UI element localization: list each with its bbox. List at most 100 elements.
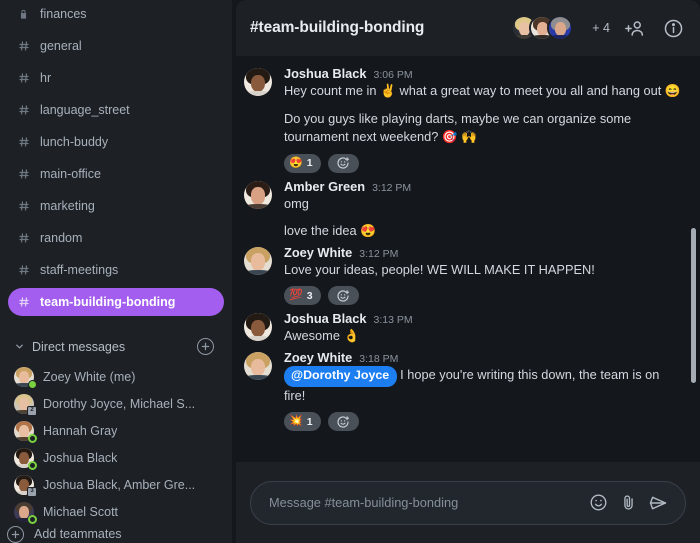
info-circle-icon[interactable] xyxy=(660,15,686,41)
reaction-emoji: 💯 xyxy=(289,289,303,302)
avatar[interactable] xyxy=(244,246,272,275)
channel-label: random xyxy=(40,231,83,245)
sidebar-channel-marketing[interactable]: marketing xyxy=(8,192,224,220)
channel-label: staff-meetings xyxy=(40,263,119,277)
send-plane-icon[interactable] xyxy=(645,490,671,516)
hash-icon xyxy=(18,200,36,212)
add-reaction-icon[interactable] xyxy=(327,286,359,306)
message-composer[interactable] xyxy=(250,480,686,525)
add-reaction-icon[interactable] xyxy=(327,412,359,432)
channel-label: main-office xyxy=(40,167,101,181)
sidebar-channel-random[interactable]: random xyxy=(8,224,224,252)
sidebar-dm-item[interactable]: Michael Scott xyxy=(8,498,224,525)
lock-icon xyxy=(18,9,36,20)
plus-circle-icon xyxy=(7,525,24,543)
avatar[interactable] xyxy=(244,180,272,209)
sidebar-dm-item[interactable]: Zoey White (me) xyxy=(8,363,224,390)
add-teammates-label: Add teammates xyxy=(34,527,122,541)
avatar[interactable] xyxy=(244,351,272,380)
message-author[interactable]: Zoey White xyxy=(284,245,352,260)
message-text: Hey count me in ✌️ what a great way to m… xyxy=(284,83,681,98)
paperclip-icon[interactable] xyxy=(615,490,641,516)
message-timestamp: 3:06 PM xyxy=(373,69,413,81)
message-body: Joshua Black 3:13 PM Awesome 👌 xyxy=(284,311,682,346)
avatar: 3 xyxy=(14,474,37,497)
add-teammates-button[interactable]: Add teammates xyxy=(0,525,232,543)
channel-label: marketing xyxy=(40,199,95,213)
mention-pill[interactable]: @Dorothy Joyce xyxy=(284,365,398,387)
sidebar: finances general hr language_street lunch-bu… xyxy=(0,0,232,543)
add-direct-message-button[interactable] xyxy=(197,338,214,355)
sidebar-channel-hr[interactable]: hr xyxy=(8,64,224,92)
message-timestamp: 3:18 PM xyxy=(359,352,399,365)
channel-label: finances xyxy=(40,7,87,21)
emoji-smiley-icon[interactable] xyxy=(585,490,611,516)
member-count-more[interactable]: + 4 xyxy=(592,21,610,35)
sidebar-channel-lunch-buddy[interactable]: lunch-buddy xyxy=(8,128,224,156)
message-text: love the idea 😍 xyxy=(284,223,377,239)
hash-icon xyxy=(18,40,36,52)
person-plus-icon[interactable] xyxy=(622,15,648,41)
avatar xyxy=(14,447,37,470)
message-timestamp: 3:12 PM xyxy=(372,181,412,194)
add-reaction-icon[interactable] xyxy=(327,153,359,173)
avatar[interactable] xyxy=(244,68,272,96)
message-scrollbar[interactable] xyxy=(691,228,696,383)
message-author[interactable]: Amber Green xyxy=(284,179,365,194)
sidebar-channel-staff-meetings[interactable]: staff-meetings xyxy=(8,256,224,284)
avatar[interactable] xyxy=(244,313,272,342)
sidebar-channel-team-building-bonding[interactable]: team-building-bonding xyxy=(8,288,224,316)
hash-icon xyxy=(18,168,36,180)
message: Zoey White 3:18 PM @Dorothy Joyce I hope yo… xyxy=(244,346,682,434)
member-avatars[interactable] xyxy=(511,15,574,41)
message-author[interactable]: Joshua Black xyxy=(284,311,367,326)
message-header: Zoey White 3:18 PM xyxy=(284,350,682,365)
reaction-bar: 💥 1 xyxy=(284,412,682,432)
message: Joshua Black 3:06 PM Hey count me in ✌️ wh… xyxy=(244,62,682,175)
message-body: Zoey White 3:18 PM @Dorothy Joyce I hope yo… xyxy=(284,350,682,434)
direct-messages-header[interactable]: Direct messages xyxy=(0,326,232,363)
reaction-bar: 💯 3 xyxy=(284,286,682,306)
reaction-pill[interactable]: 😍 1 xyxy=(284,153,321,173)
sidebar-channel-finances[interactable]: finances xyxy=(8,0,224,28)
chevron-down-icon[interactable] xyxy=(14,341,25,352)
message: Joshua Black 3:13 PM Awesome 👌 xyxy=(244,307,682,346)
channel-label: hr xyxy=(40,71,52,85)
message-author[interactable]: Zoey White xyxy=(284,350,352,365)
sidebar-channel-main-office[interactable]: main-office xyxy=(8,160,224,188)
presence-badge xyxy=(28,460,37,470)
sidebar-dm-item[interactable]: Hannah Gray xyxy=(8,417,224,444)
avatar xyxy=(14,501,37,524)
message-header: Amber Green 3:12 PM xyxy=(284,179,682,194)
message-author[interactable]: Joshua Black xyxy=(284,66,367,81)
dm-name: Dorothy Joyce, Michael S... xyxy=(43,396,196,411)
reaction-pill[interactable]: 💥 1 xyxy=(284,412,321,432)
chat-app: finances general hr language_street lunch-bu… xyxy=(0,0,700,543)
message-text: omg xyxy=(284,195,309,211)
avatar[interactable] xyxy=(547,15,574,41)
channel-label: team-building-bonding xyxy=(40,295,176,309)
message-body: Joshua Black 3:06 PM Hey count me in ✌️ wh… xyxy=(284,66,682,175)
unread-count-badge: 2 xyxy=(27,405,37,416)
presence-badge xyxy=(28,379,37,389)
message-input[interactable] xyxy=(269,495,581,510)
hash-icon xyxy=(18,136,36,148)
presence-badge xyxy=(28,514,37,524)
message-list: Joshua Black 3:06 PM Hey count me in ✌️ wh… xyxy=(236,56,700,462)
dm-name: Joshua Black, Amber Gre... xyxy=(43,477,196,492)
message-timestamp: 3:13 PM xyxy=(373,314,413,327)
composer-area xyxy=(236,462,700,543)
dm-name: Zoey White (me) xyxy=(43,369,136,384)
main-panel: #team-building-bonding + 4 Joshua Black … xyxy=(232,0,700,543)
message-body: Zoey White 3:12 PM Love your ideas, people… xyxy=(284,245,682,308)
message-text: @Dorothy Joyce I hope you're writing this… xyxy=(284,365,682,406)
sidebar-dm-item[interactable]: Joshua Black xyxy=(8,444,224,471)
sidebar-dm-item[interactable]: 2 Dorothy Joyce, Michael S... xyxy=(8,390,224,417)
reaction-pill[interactable]: 💯 3 xyxy=(284,286,321,306)
sidebar-channel-general[interactable]: general xyxy=(8,32,224,60)
sidebar-channel-language_street[interactable]: language_street xyxy=(8,96,224,124)
reaction-count: 3 xyxy=(306,289,313,302)
sidebar-dm-item[interactable]: 3 Joshua Black, Amber Gre... xyxy=(8,471,224,498)
avatar: 2 xyxy=(14,393,37,416)
hash-icon xyxy=(18,264,36,276)
